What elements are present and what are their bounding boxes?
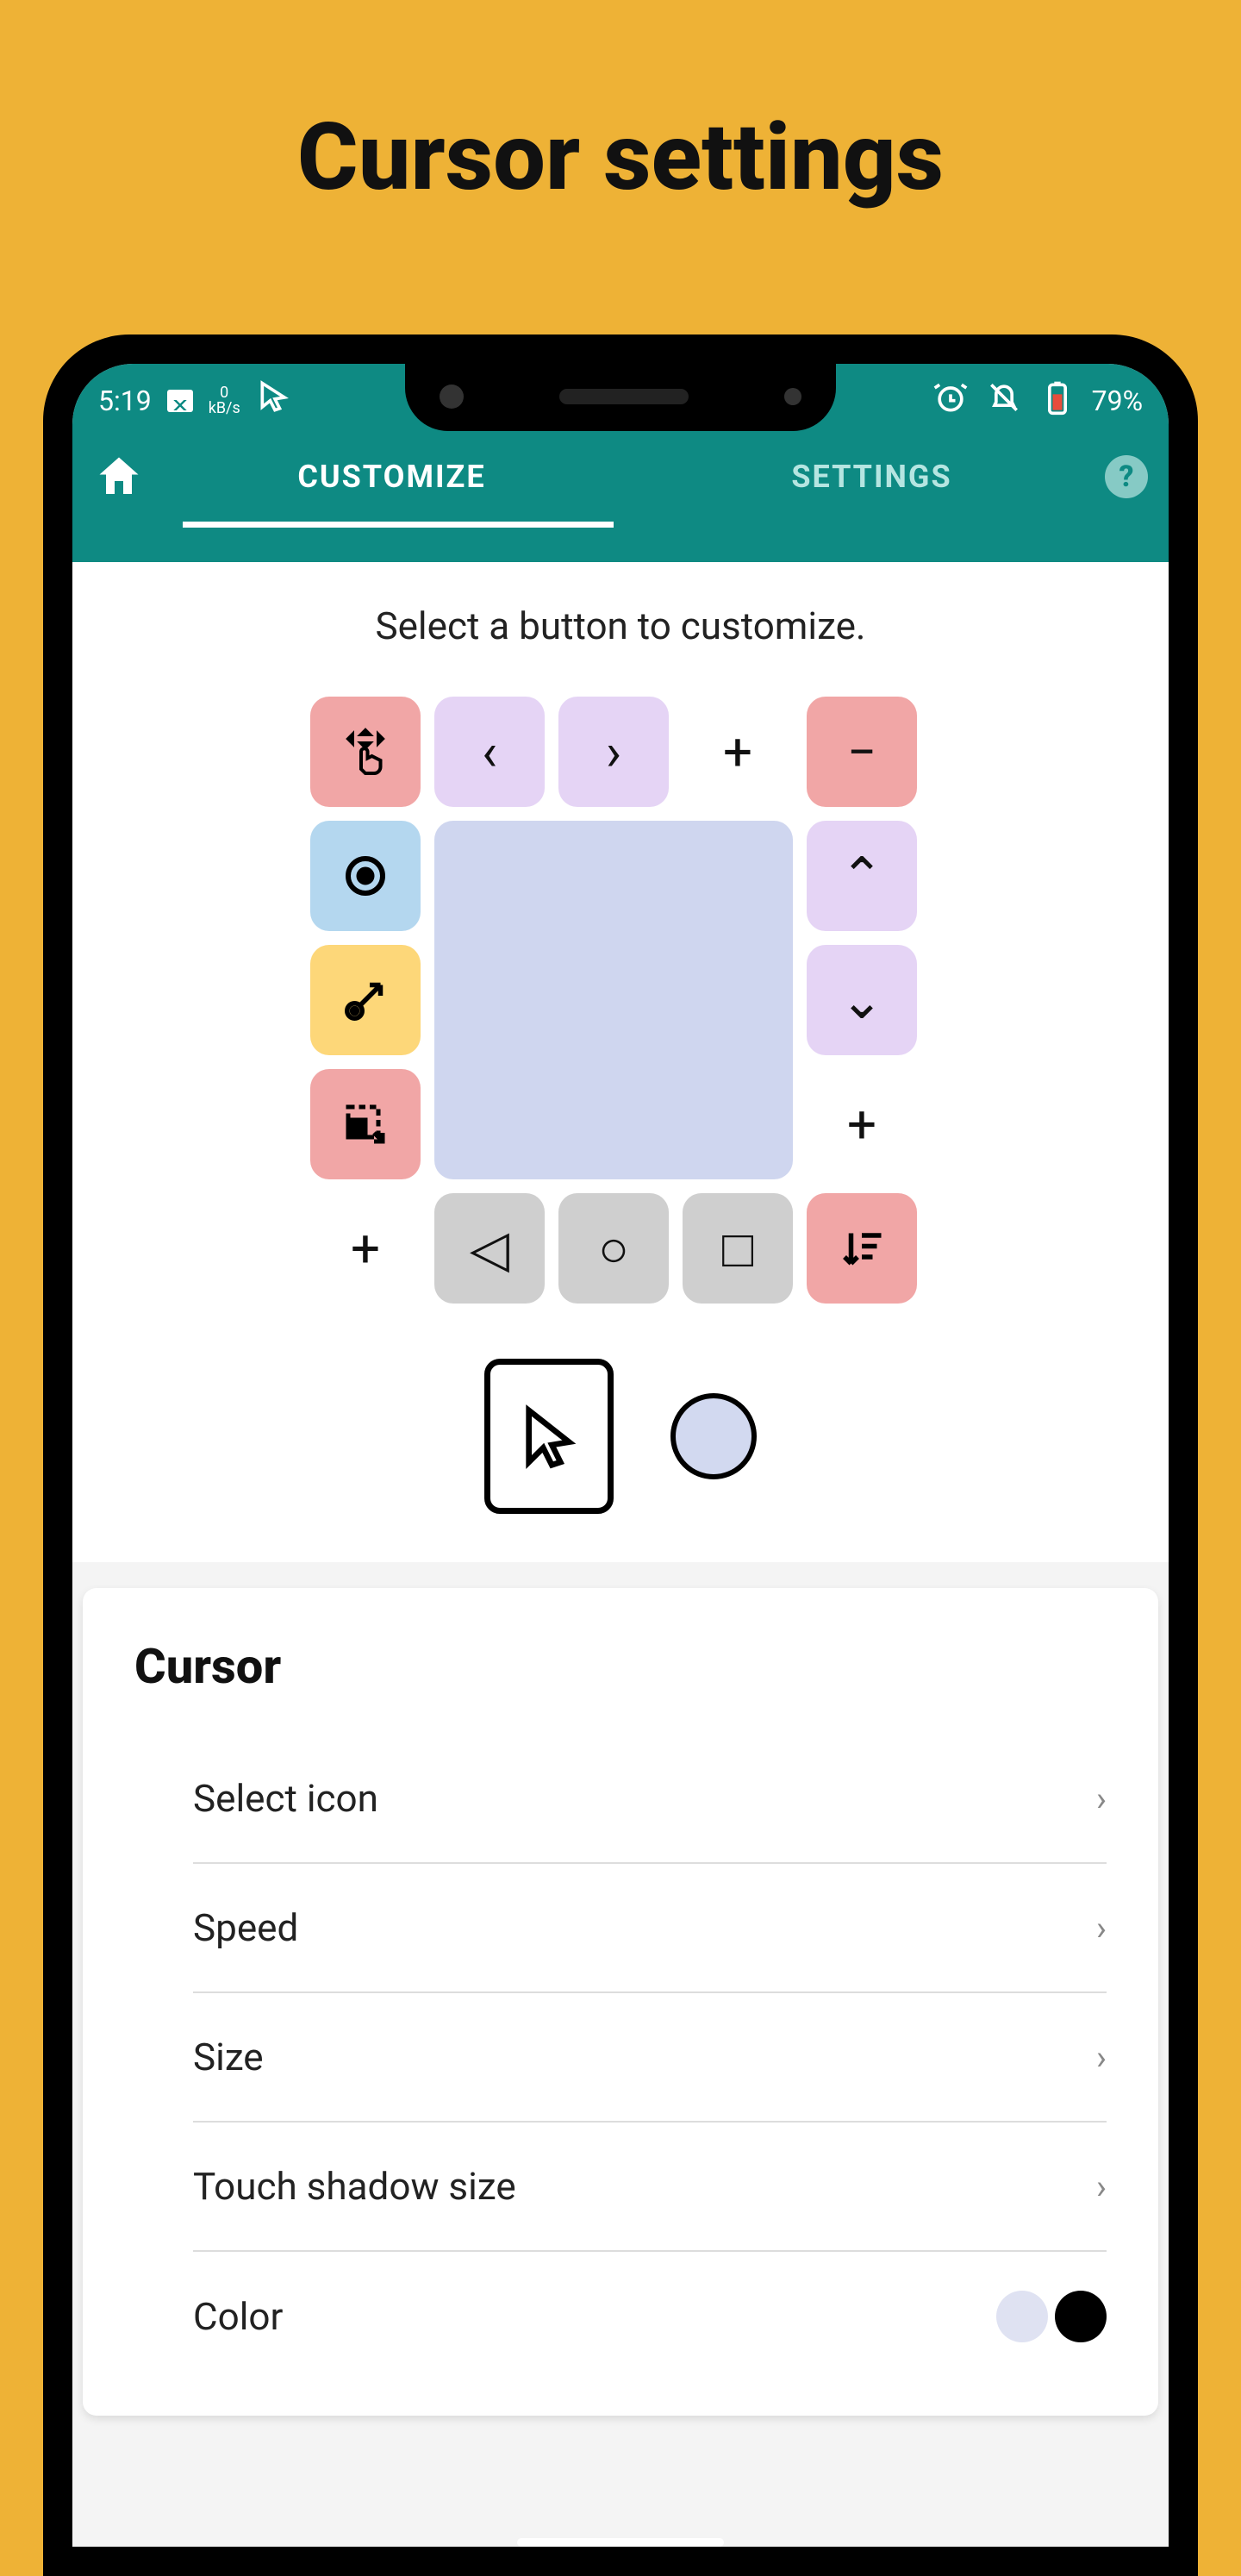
selection-button[interactable]	[310, 1069, 421, 1179]
page-heading: Cursor settings	[0, 103, 1241, 212]
picture-icon	[167, 390, 193, 412]
row-color[interactable]: Color	[193, 2252, 1107, 2381]
tab-settings[interactable]: SETTINGS	[791, 459, 951, 495]
nav-recent-button[interactable]: □	[683, 1193, 793, 1304]
network-speed: 0 kB/s	[209, 385, 240, 416]
help-button[interactable]: ?	[1105, 455, 1148, 498]
row-touch-shadow[interactable]: Touch shadow size ›	[193, 2123, 1107, 2252]
cursor-preview[interactable]	[484, 1359, 614, 1514]
add-button[interactable]: +	[310, 1193, 421, 1304]
add-button[interactable]: +	[807, 1069, 917, 1179]
sort-button[interactable]	[807, 1193, 917, 1304]
cursor-icon	[256, 378, 294, 423]
chevron-right-icon: ›	[1096, 2166, 1107, 2207]
battery-percent: 79%	[1092, 385, 1143, 417]
home-button[interactable]	[93, 451, 145, 503]
instruction-text: Select a button to customize.	[375, 603, 865, 648]
status-time: 5:19	[98, 385, 152, 417]
up-button[interactable]: ⌃	[807, 821, 917, 931]
row-select-icon[interactable]: Select icon ›	[193, 1735, 1107, 1864]
cursor-card: Cursor Select icon › Speed › Size › Touc…	[83, 1588, 1158, 2416]
notch-speaker	[559, 389, 689, 404]
app-header: 5:19 0 kB/s	[72, 364, 1169, 562]
forward-button[interactable]: ›	[558, 697, 669, 807]
row-speed[interactable]: Speed ›	[193, 1864, 1107, 1993]
card-title: Cursor	[134, 1638, 1107, 1695]
phone-screen: 5:19 0 kB/s	[72, 364, 1169, 2547]
tab-customize[interactable]: CUSTOMIZE	[297, 459, 485, 495]
alarm-icon	[932, 378, 970, 423]
target-button[interactable]	[310, 821, 421, 931]
color-swatch-dark[interactable]	[1055, 2291, 1107, 2342]
trackpad-area[interactable]	[434, 821, 793, 1179]
notch-dot	[784, 388, 801, 405]
battery-icon	[1038, 378, 1076, 423]
chevron-right-icon: ›	[1096, 1779, 1107, 1819]
chevron-right-icon: ›	[1096, 2037, 1107, 2078]
add-button[interactable]: +	[683, 697, 793, 807]
back-button[interactable]: ‹	[434, 697, 545, 807]
do-not-disturb-icon	[985, 378, 1023, 423]
row-label: Touch shadow size	[193, 2164, 516, 2209]
row-label: Speed	[193, 1905, 298, 1950]
down-button[interactable]: ⌄	[807, 945, 917, 1055]
color-swatches	[996, 2291, 1107, 2342]
row-label: Select icon	[193, 1776, 378, 1821]
nav-indicator	[517, 2538, 724, 2547]
phone-frame: 5:19 0 kB/s	[43, 335, 1198, 2576]
nav-home-button[interactable]: ○	[558, 1193, 669, 1304]
touch-preview[interactable]	[670, 1393, 757, 1479]
nav-back-button[interactable]: ◁	[434, 1193, 545, 1304]
drag-button[interactable]	[310, 945, 421, 1055]
phone-side-button	[1191, 903, 1198, 1050]
notch-dot	[440, 385, 464, 409]
phone-side-button	[1191, 1171, 1198, 1447]
gesture-button[interactable]	[310, 697, 421, 807]
row-label: Size	[193, 2035, 264, 2079]
chevron-right-icon: ›	[1096, 1908, 1107, 1948]
tab-underline	[183, 522, 614, 528]
color-swatch-light[interactable]	[996, 2291, 1048, 2342]
row-label: Color	[193, 2294, 283, 2339]
row-size[interactable]: Size ›	[193, 1993, 1107, 2123]
minus-button[interactable]: −	[807, 697, 917, 807]
customize-panel: Select a button to customize. ‹ › + −	[72, 562, 1169, 1562]
kbs-unit: kB/s	[209, 401, 240, 416]
button-grid: ‹ › + −	[310, 697, 931, 1317]
phone-notch	[405, 364, 836, 431]
